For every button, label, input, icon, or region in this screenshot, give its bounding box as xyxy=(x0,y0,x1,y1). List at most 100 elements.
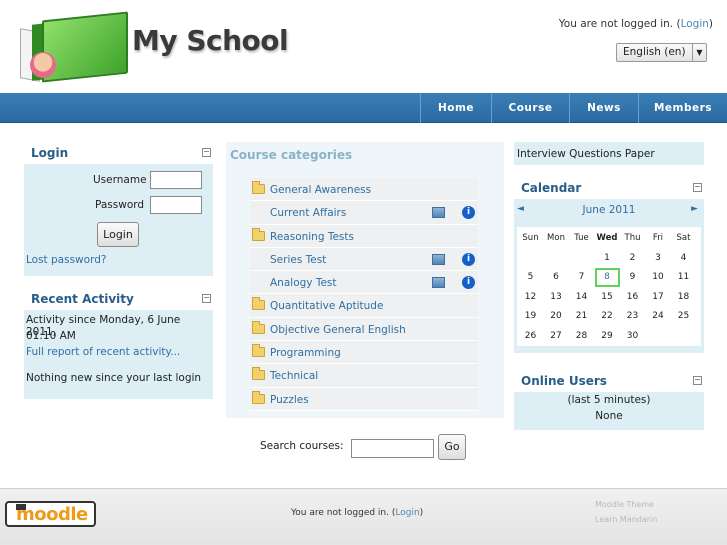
moodle-logo[interactable]: moodle xyxy=(5,501,96,527)
calendar-day[interactable]: 29 xyxy=(595,327,620,346)
collapse-icon[interactable]: − xyxy=(202,148,211,157)
course-row[interactable]: Current Affairs i xyxy=(250,201,478,225)
header-login-link[interactable]: Login xyxy=(681,18,709,30)
folder-icon xyxy=(252,227,265,241)
category-row[interactable]: Puzzles xyxy=(250,387,478,411)
calendar-day[interactable]: 15 xyxy=(595,288,620,307)
calendar-day[interactable]: 30 xyxy=(620,327,645,346)
calendar-day[interactable]: 18 xyxy=(671,288,696,307)
collapse-icon[interactable]: − xyxy=(693,183,702,192)
calendar-day[interactable]: 27 xyxy=(544,327,569,346)
nav-item-home[interactable]: Home xyxy=(420,93,491,123)
category-row[interactable]: Objective General English xyxy=(250,317,478,342)
calendar-day[interactable]: 2 xyxy=(620,249,645,268)
category-name[interactable]: Reasoning Tests xyxy=(270,231,354,243)
calendar-day-header: Fri xyxy=(652,233,664,243)
calendar-day[interactable]: 12 xyxy=(518,288,543,307)
calendar-day-today[interactable]: 8 xyxy=(594,268,620,287)
collapse-icon[interactable]: − xyxy=(202,294,211,303)
course-name[interactable]: Series Test xyxy=(270,254,326,266)
calendar-day[interactable]: 4 xyxy=(671,249,696,268)
footer-login-info: You are not logged in. (Login) xyxy=(291,508,424,518)
lost-password-link[interactable]: Lost password? xyxy=(26,254,106,266)
category-name[interactable]: General Awareness xyxy=(270,184,371,196)
nav-item-members[interactable]: Members xyxy=(638,93,727,123)
info-icon[interactable]: i xyxy=(462,252,475,266)
course-summary-icon[interactable] xyxy=(432,253,445,265)
folder-icon xyxy=(252,344,265,358)
calendar-day[interactable]: 1 xyxy=(595,249,620,268)
theme-info-line2[interactable]: Learn Mandarin xyxy=(595,512,657,527)
calendar-day xyxy=(569,249,594,268)
course-summary-icon[interactable] xyxy=(432,277,445,289)
navigation-bar: Home Course News Members xyxy=(0,93,727,123)
activity-since-line2: 01:10 AM xyxy=(26,330,76,342)
calendar-day-header: Sun xyxy=(522,233,539,243)
info-icon[interactable]: i xyxy=(462,206,475,220)
calendar-day[interactable]: 24 xyxy=(646,307,671,326)
search-courses-input[interactable] xyxy=(351,439,434,458)
category-row[interactable]: Technical xyxy=(250,364,478,388)
category-name[interactable]: Quantitative Aptitude xyxy=(270,300,383,312)
calendar-day[interactable]: 20 xyxy=(544,307,569,326)
interview-questions-block: Interview Questions Paper xyxy=(514,142,704,165)
category-row[interactable]: Quantitative Aptitude xyxy=(250,294,478,318)
footer-login-link[interactable]: Login xyxy=(395,508,419,518)
password-label: Password xyxy=(95,199,145,211)
login-button[interactable]: Login xyxy=(97,222,139,247)
nothing-new-text: Nothing new since your last login xyxy=(26,372,202,384)
calendar-next-icon[interactable]: ► xyxy=(691,204,698,214)
info-icon[interactable]: i xyxy=(462,276,475,290)
calendar-day[interactable]: 10 xyxy=(646,268,671,287)
recent-activity-title: Recent Activity xyxy=(31,292,134,306)
calendar-day[interactable]: 11 xyxy=(671,268,696,287)
calendar-day-header: Mon xyxy=(547,233,565,243)
category-row[interactable]: General Awareness xyxy=(250,178,478,202)
calendar-month[interactable]: June 2011 xyxy=(514,204,704,216)
login-info: You are not logged in. (Login) xyxy=(558,18,713,30)
calendar-day[interactable]: 28 xyxy=(569,327,594,346)
online-users-period: (last 5 minutes) xyxy=(567,394,651,406)
calendar-day[interactable]: 25 xyxy=(671,307,696,326)
folder-icon xyxy=(252,390,265,404)
login-block: Login − Username Password Login Lost pas… xyxy=(24,140,213,276)
course-name[interactable]: Current Affairs xyxy=(270,207,346,219)
collapse-icon[interactable]: − xyxy=(693,376,702,385)
calendar-day[interactable]: 21 xyxy=(569,307,594,326)
calendar-day[interactable]: 3 xyxy=(646,249,671,268)
calendar-day[interactable]: 26 xyxy=(518,327,543,346)
calendar-day[interactable]: 19 xyxy=(518,307,543,326)
password-input[interactable] xyxy=(150,196,202,214)
course-summary-icon[interactable] xyxy=(432,207,445,219)
category-row[interactable]: Reasoning Tests xyxy=(250,224,478,248)
calendar-day[interactable]: 17 xyxy=(646,288,671,307)
course-row[interactable]: Analogy Test i xyxy=(250,271,478,295)
calendar-day[interactable]: 7 xyxy=(569,268,594,287)
site-logo[interactable]: My School xyxy=(14,11,304,88)
calendar-day[interactable]: 22 xyxy=(595,307,620,326)
calendar-day[interactable]: 14 xyxy=(569,288,594,307)
calendar-day[interactable]: 6 xyxy=(544,268,569,287)
calendar-day[interactable]: 5 xyxy=(518,268,543,287)
course-row[interactable]: Series Test i xyxy=(250,247,478,272)
language-select[interactable]: English (en) ▼ xyxy=(616,43,707,62)
category-name[interactable]: Technical xyxy=(270,370,318,382)
online-users-block: Online Users − (last 5 minutes) None xyxy=(514,368,704,430)
nav-item-news[interactable]: News xyxy=(569,93,638,123)
category-name[interactable]: Objective General English xyxy=(270,324,406,336)
nav-item-course[interactable]: Course xyxy=(491,93,569,123)
category-row[interactable]: Programming xyxy=(250,341,478,365)
theme-info-line1[interactable]: Moodle Theme xyxy=(595,497,657,512)
category-name[interactable]: Puzzles xyxy=(270,394,309,406)
full-report-link[interactable]: Full report of recent activity... xyxy=(26,346,180,358)
calendar-day[interactable]: 16 xyxy=(620,288,645,307)
calendar-day[interactable]: 13 xyxy=(544,288,569,307)
search-go-button[interactable]: Go xyxy=(438,434,466,460)
username-input[interactable] xyxy=(150,171,202,189)
course-name[interactable]: Analogy Test xyxy=(270,277,337,289)
calendar-day[interactable]: 9 xyxy=(620,268,645,287)
calendar-day[interactable]: 23 xyxy=(620,307,645,326)
category-name[interactable]: Programming xyxy=(270,347,341,359)
calendar-day-header: Wed xyxy=(596,233,618,243)
calendar-day-header: Thu xyxy=(624,233,641,243)
